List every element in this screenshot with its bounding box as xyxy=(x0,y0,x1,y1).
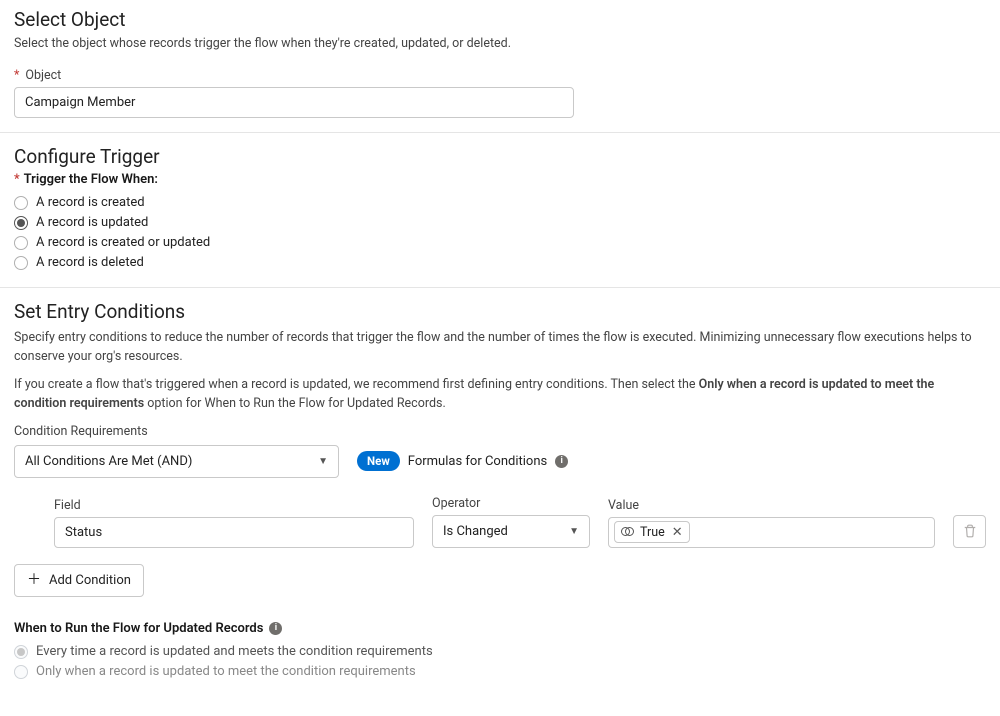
required-indicator: * xyxy=(14,172,20,187)
condition-field-label: Field xyxy=(54,498,414,513)
condition-operator-label: Operator xyxy=(432,496,590,511)
condition-value-label: Value xyxy=(608,498,935,513)
condition-field-input[interactable]: Status xyxy=(54,517,414,548)
object-input[interactable]: Campaign Member xyxy=(14,87,574,118)
condition-value-input[interactable]: True ✕ xyxy=(608,517,935,548)
new-badge: New xyxy=(357,451,400,471)
value-token[interactable]: True ✕ xyxy=(614,521,690,543)
when-to-run-radio-group: Every time a record is updated and meets… xyxy=(14,642,986,682)
radio-every-time-updated[interactable]: Every time a record is updated and meets… xyxy=(14,642,986,662)
select-object-title: Select Object xyxy=(14,8,986,31)
plus-icon: ＋ xyxy=(27,573,41,587)
trigger-radio-group: A record is created A record is updated … xyxy=(14,193,986,273)
trigger-group-label: * Trigger the Flow When: xyxy=(14,172,986,187)
trash-icon xyxy=(963,524,977,538)
delete-condition-button[interactable] xyxy=(953,515,986,548)
radio-record-deleted[interactable]: A record is deleted xyxy=(14,253,986,273)
chevron-down-icon: ▼ xyxy=(318,456,328,467)
info-icon[interactable]: i xyxy=(555,455,568,468)
condition-row: Field Status Operator Is Changed ▼ Value… xyxy=(14,496,986,548)
section-select-object: Select Object Select the object whose re… xyxy=(14,6,986,132)
chevron-down-icon: ▼ xyxy=(569,526,579,537)
section-configure-trigger: Configure Trigger * Trigger the Flow Whe… xyxy=(14,133,986,287)
when-to-run-title: When to Run the Flow for Updated Records… xyxy=(14,621,986,636)
radio-record-created-or-updated[interactable]: A record is created or updated xyxy=(14,233,986,253)
object-field-label: * Object xyxy=(14,68,574,83)
boolean-icon xyxy=(621,527,635,537)
info-icon[interactable]: i xyxy=(269,622,282,635)
radio-record-created[interactable]: A record is created xyxy=(14,193,986,213)
condition-requirements-label: Condition Requirements xyxy=(14,424,986,439)
required-indicator: * xyxy=(14,68,19,83)
when-to-run-block: When to Run the Flow for Updated Records… xyxy=(14,621,986,682)
configure-trigger-title: Configure Trigger xyxy=(14,145,986,168)
remove-token-icon[interactable]: ✕ xyxy=(672,525,683,540)
radio-only-when-updated-to-meet[interactable]: Only when a record is updated to meet th… xyxy=(14,662,986,682)
entry-conditions-title: Set Entry Conditions xyxy=(14,300,986,323)
section-entry-conditions: Set Entry Conditions Specify entry condi… xyxy=(14,288,986,696)
condition-operator-select[interactable]: Is Changed ▼ xyxy=(432,515,590,548)
select-object-desc: Select the object whose records trigger … xyxy=(14,35,986,54)
formulas-for-conditions-label: Formulas for Conditions xyxy=(408,454,547,469)
condition-requirements-select[interactable]: All Conditions Are Met (AND) ▼ xyxy=(14,445,339,478)
radio-record-updated[interactable]: A record is updated xyxy=(14,213,986,233)
entry-conditions-desc: Specify entry conditions to reduce the n… xyxy=(14,329,986,414)
add-condition-button[interactable]: ＋ Add Condition xyxy=(14,564,144,597)
